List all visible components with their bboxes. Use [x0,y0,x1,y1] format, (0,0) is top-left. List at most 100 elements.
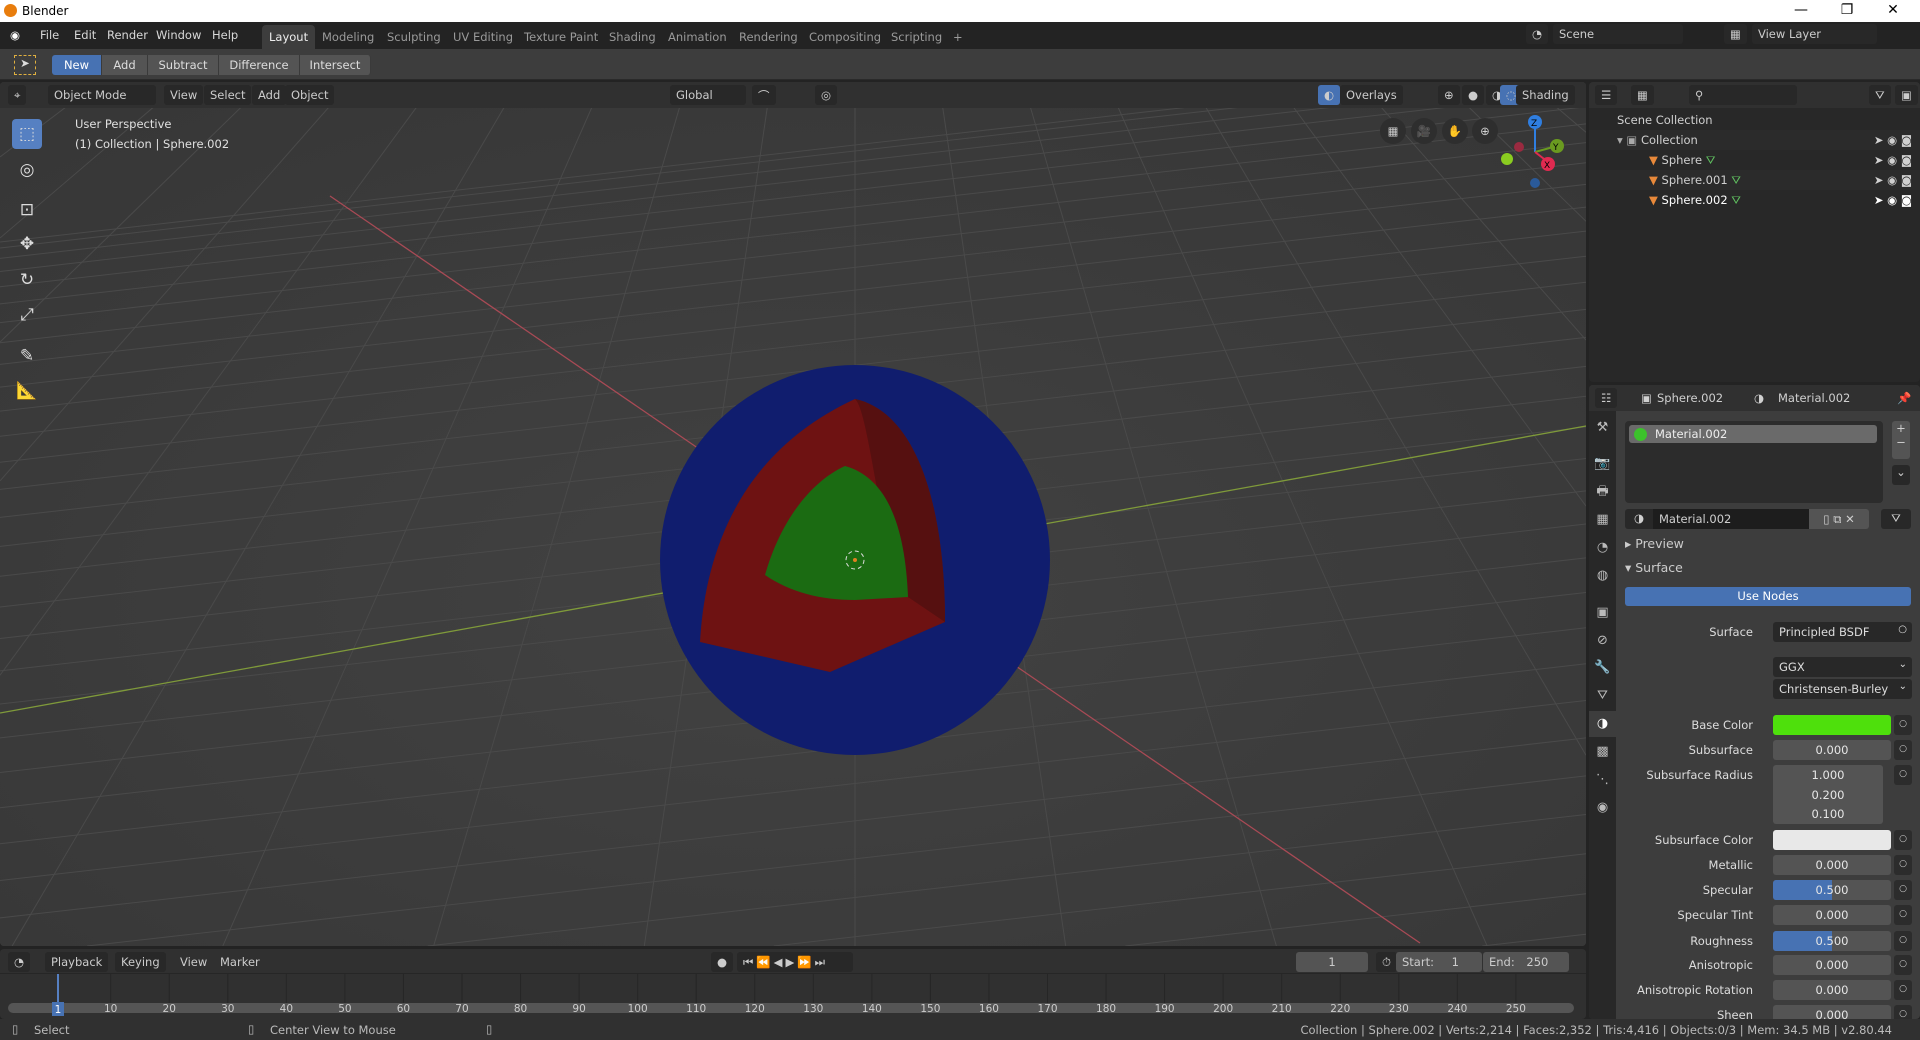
tab-shading[interactable]: Shading [602,25,663,49]
material-tab-icon[interactable]: ◑ [1589,711,1616,737]
cursor-tool-icon[interactable]: ◎ [12,155,42,185]
start-frame-field[interactable]: Start: 1 [1396,952,1482,972]
editor-type-icon[interactable]: ☷ [1595,388,1618,408]
mode-subtract[interactable]: Subtract [148,55,219,75]
surface-panel-header[interactable]: ▾ Surface [1625,560,1683,575]
value-slider[interactable]: 0.000 [1773,980,1891,1000]
tab-layout[interactable]: Layout [262,25,316,49]
minimize-button[interactable]: — [1786,2,1816,18]
end-frame-field[interactable]: End: 250 [1483,952,1569,972]
scene-icon[interactable]: ◔ [1526,24,1549,44]
view-layer-field[interactable]: View Layer [1752,24,1877,44]
material-slot-list[interactable]: Material.002 [1625,421,1883,503]
solid-shading-icon[interactable]: ● [1462,85,1485,105]
color-swatch[interactable] [1773,715,1891,735]
tab-compositing[interactable]: Compositing [802,25,888,49]
menu-select[interactable]: Select [204,85,252,105]
constraints-tab-icon[interactable]: ⊘ [1589,628,1616,654]
menu-render[interactable]: Render [107,28,148,42]
object-mode-dropdown[interactable]: Object Mode [48,85,156,105]
menu-keying[interactable]: Keying [115,952,166,972]
menu-edit[interactable]: Edit [74,28,96,42]
socket-link-icon[interactable]: ○ [1894,830,1912,850]
value-slider[interactable]: 0.200 [1773,785,1883,805]
mode-new[interactable]: New [52,55,102,75]
color-swatch[interactable] [1773,830,1891,850]
3d-viewport[interactable]: ⌖ Object Mode View Select Add Object Glo… [0,82,1586,946]
menu-file[interactable]: File [40,28,59,42]
view-layer-mode-icon[interactable]: ▦ [1631,85,1654,105]
tab-uv-editing[interactable]: UV Editing [446,25,520,49]
socket-link-icon[interactable]: ○ [1894,715,1912,735]
select-tool-icon[interactable]: ⬚ [12,119,42,149]
measure-tool-icon[interactable]: 📐 [12,376,42,406]
menu-window[interactable]: Window [156,28,201,42]
socket-link-icon[interactable]: ○ [1894,980,1912,1000]
value-slider[interactable]: 0.100 [1773,804,1883,824]
new-collection-icon[interactable]: ▣ [1895,85,1918,105]
maximize-button[interactable]: ❐ [1832,2,1862,18]
menu-view[interactable]: View [174,952,213,972]
subsurface-method-dropdown[interactable]: Christensen-Burley ⌄ [1773,679,1912,699]
outliner-object[interactable]: ▼ Sphere.002 ⛛ ➤ ◉ ◙ [1589,190,1920,210]
mesh-data-tab-icon[interactable]: ⛛ [1589,683,1616,709]
navigation-gizmo[interactable]: Z Y X [1490,112,1580,202]
menu-help[interactable]: Help [212,28,238,42]
tab-animation[interactable]: Animation [661,25,734,49]
socket-link-icon[interactable]: ○ [1894,855,1912,875]
socket-link-icon[interactable]: ○ [1894,931,1912,951]
view-layer-tab-icon[interactable]: ▦ [1589,507,1616,533]
menu-playback[interactable]: Playback [45,952,109,972]
menu-marker[interactable]: Marker [214,952,266,972]
value-slider[interactable]: 0.000 [1773,905,1891,925]
visibility-icons[interactable]: ➤ ◉ ◙ [1874,133,1912,147]
pan-hand-icon[interactable]: ✋ [1442,118,1468,144]
outliner-object[interactable]: ▼ Sphere ⛛ ➤ ◉ ◙ [1589,150,1920,170]
socket-link-icon[interactable]: ○ [1894,955,1912,975]
outliner-scene-collection[interactable]: Scene Collection [1589,110,1920,130]
value-slider[interactable]: 0.500 [1773,880,1891,900]
tab-scripting[interactable]: Scripting [884,25,949,49]
browse-material-icon[interactable]: ◑ [1625,509,1653,529]
close-button[interactable]: ✕ [1878,2,1908,18]
wireframe-shading-icon[interactable]: ⊕ [1438,85,1460,105]
tab-rendering[interactable]: Rendering [732,25,805,49]
output-tab-icon[interactable]: 🖶 [1589,479,1616,505]
outliner-collection[interactable]: ▾ ▣ Collection ➤ ◉ ◙ [1589,130,1920,150]
blender-menu-icon[interactable]: ◉ [10,28,20,42]
overlays-icon[interactable]: ◐ [1318,85,1341,105]
rotate-tool-icon[interactable]: ↻ [12,265,42,295]
outliner-search-input[interactable]: ⚲ [1689,85,1797,105]
value-slider[interactable]: 0.500 [1773,931,1891,951]
distribution-dropdown[interactable]: GGX ⌄ [1773,657,1912,677]
tool-tab-icon[interactable]: ⚒ [1589,415,1616,441]
camera-view-icon[interactable]: 🎥 [1411,118,1437,144]
scene-tab-icon[interactable]: ◔ [1589,535,1616,561]
snap-icon[interactable]: ⌒ [752,85,776,105]
tab-texture-paint[interactable]: Texture Paint [517,25,605,49]
value-slider[interactable]: 1.000 [1773,765,1883,785]
socket-link-icon[interactable]: ○ [1894,905,1912,925]
stopwatch-icon[interactable]: ⏱ [1376,952,1397,972]
surface-shader-dropdown[interactable]: Principled BSDF ○ [1773,622,1912,642]
material-actions[interactable]: ▯ ⧉ ✕ [1809,509,1869,529]
add-workspace-button[interactable]: + [946,25,970,49]
particles-tab-icon[interactable]: ⋱ [1589,767,1616,793]
value-slider[interactable]: 0.000 [1773,740,1891,760]
orientation-dropdown[interactable]: Global [670,85,746,105]
timeline-ruler[interactable]: 10 20 30 40 50 60 70 80 90 100 110 120 130 140 150 160 1… [0,974,1586,1019]
modifier-tab-icon[interactable]: 🔧 [1589,655,1616,681]
value-slider[interactable]: 0.000 [1773,1005,1891,1019]
view-layer-icon[interactable]: ▦ [1724,24,1747,44]
move-tool-icon[interactable]: ✥ [12,229,42,259]
add-slot-button[interactable]: + − [1892,421,1910,459]
socket-link-icon[interactable]: ○ [1894,880,1912,900]
physics-tab-icon[interactable]: ◉ [1589,795,1616,821]
tab-sculpting[interactable]: Sculpting [380,25,448,49]
annotate-tool-icon[interactable]: ✎ [12,341,42,371]
mode-intersect[interactable]: Intersect [300,55,371,75]
grid-view-icon[interactable]: ▦ [1380,118,1406,144]
scene-field[interactable]: Scene [1553,24,1683,44]
value-slider[interactable]: 0.000 [1773,855,1891,875]
socket-link-icon[interactable]: ○ [1894,1005,1912,1019]
